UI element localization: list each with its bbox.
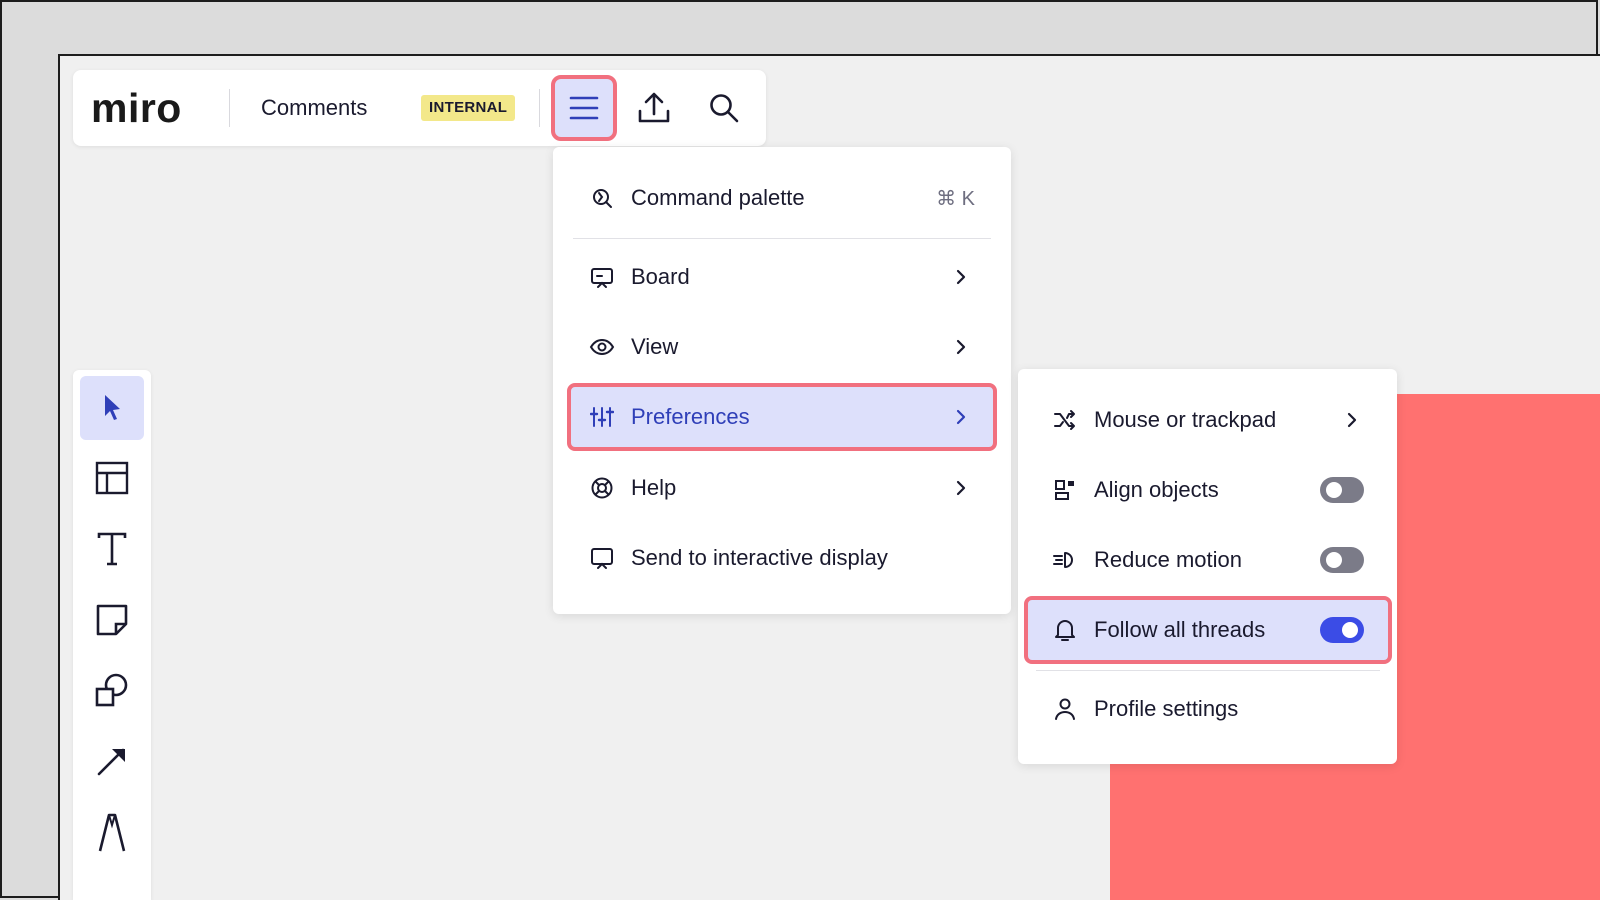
menu-item-label: Mouse or trackpad: [1094, 407, 1277, 432]
eye-icon: [589, 334, 615, 360]
tool-shapes[interactable]: [80, 658, 144, 722]
topbar-divider: [539, 89, 540, 127]
top-bar: miro Comments INTERNAL: [73, 70, 766, 146]
submenu-item-profile-settings[interactable]: Profile settings: [1026, 677, 1390, 741]
main-menu-button[interactable]: [551, 75, 617, 141]
topbar-divider: [229, 89, 230, 127]
upload-icon: [638, 92, 670, 123]
reduce-motion-icon: [1052, 547, 1078, 573]
menu-item-board[interactable]: Board: [569, 245, 995, 309]
reduce-motion-toggle[interactable]: [1320, 547, 1364, 573]
menu-divider: [573, 238, 991, 239]
share-button[interactable]: [623, 77, 685, 139]
command-palette-icon: [589, 185, 615, 211]
arrow-line-icon: [97, 748, 125, 776]
templates-icon: [95, 461, 129, 495]
menu-item-label: Send to interactive display: [631, 545, 888, 570]
lifebuoy-icon: [589, 475, 615, 501]
board-icon: [589, 264, 615, 290]
align-objects-icon: [1052, 477, 1078, 503]
hamburger-menu-icon: [569, 96, 599, 120]
menu-item-view[interactable]: View: [569, 315, 995, 379]
search-icon: [710, 94, 739, 123]
search-button[interactable]: [693, 77, 755, 139]
shortcut-label: ⌘ K: [936, 187, 975, 210]
pen-icon: [98, 813, 126, 852]
submenu-item-align-objects[interactable]: Align objects: [1026, 458, 1390, 522]
menu-item-label: Reduce motion: [1094, 547, 1242, 572]
menu-item-label: Profile settings: [1094, 696, 1239, 721]
submenu-item-reduce-motion[interactable]: Reduce motion: [1026, 528, 1390, 592]
chevron-right-icon: [949, 479, 973, 497]
menu-item-send-to-display[interactable]: Send to interactive display: [569, 526, 995, 590]
preferences-submenu: Mouse or trackpad Align objects Reduce m…: [1018, 369, 1397, 764]
miro-logo[interactable]: miro: [91, 80, 182, 136]
left-toolbar: [73, 370, 151, 900]
text-icon: [97, 532, 127, 566]
select-cursor-icon: [105, 395, 120, 420]
submenu-item-mouse-trackpad[interactable]: Mouse or trackpad: [1026, 388, 1390, 452]
bell-icon: [1052, 617, 1078, 643]
menu-item-label: Preferences: [631, 404, 750, 429]
tool-pen[interactable]: [80, 800, 144, 864]
main-menu: Command palette ⌘ K Board View Preferenc…: [553, 147, 1011, 614]
sticky-note-icon: [96, 604, 128, 636]
chevron-right-icon: [949, 338, 973, 356]
chevron-right-icon: [949, 268, 973, 286]
display-icon: [589, 545, 615, 571]
menu-item-label: Align objects: [1094, 477, 1219, 502]
menu-item-command-palette[interactable]: Command palette ⌘ K: [569, 166, 995, 230]
chevron-right-icon: [949, 408, 973, 426]
menu-item-label: Follow all threads: [1094, 617, 1266, 642]
follow-all-threads-toggle[interactable]: [1320, 617, 1364, 643]
menu-item-preferences[interactable]: Preferences: [567, 383, 997, 451]
chevron-right-icon: [1340, 411, 1364, 429]
menu-item-label: Help: [631, 475, 677, 500]
menu-item-label: Board: [631, 264, 690, 289]
menu-item-label: Command palette: [631, 185, 805, 210]
menu-item-help[interactable]: Help: [569, 456, 995, 520]
menu-item-label: View: [631, 334, 679, 359]
tool-select[interactable]: [80, 376, 144, 440]
align-objects-toggle[interactable]: [1320, 477, 1364, 503]
submenu-item-follow-all-threads[interactable]: Follow all threads: [1024, 596, 1392, 664]
shuffle-icon: [1052, 407, 1078, 433]
tool-sticky-note[interactable]: [80, 588, 144, 652]
menu-divider: [1036, 670, 1380, 671]
shapes-icon: [95, 673, 128, 707]
tool-connection-line[interactable]: [80, 729, 144, 793]
user-icon: [1052, 696, 1078, 722]
board-title[interactable]: Comments: [261, 90, 367, 126]
tool-templates[interactable]: [80, 446, 144, 510]
internal-badge: INTERNAL: [421, 95, 516, 121]
sliders-icon: [589, 404, 615, 430]
tool-text[interactable]: [80, 517, 144, 581]
